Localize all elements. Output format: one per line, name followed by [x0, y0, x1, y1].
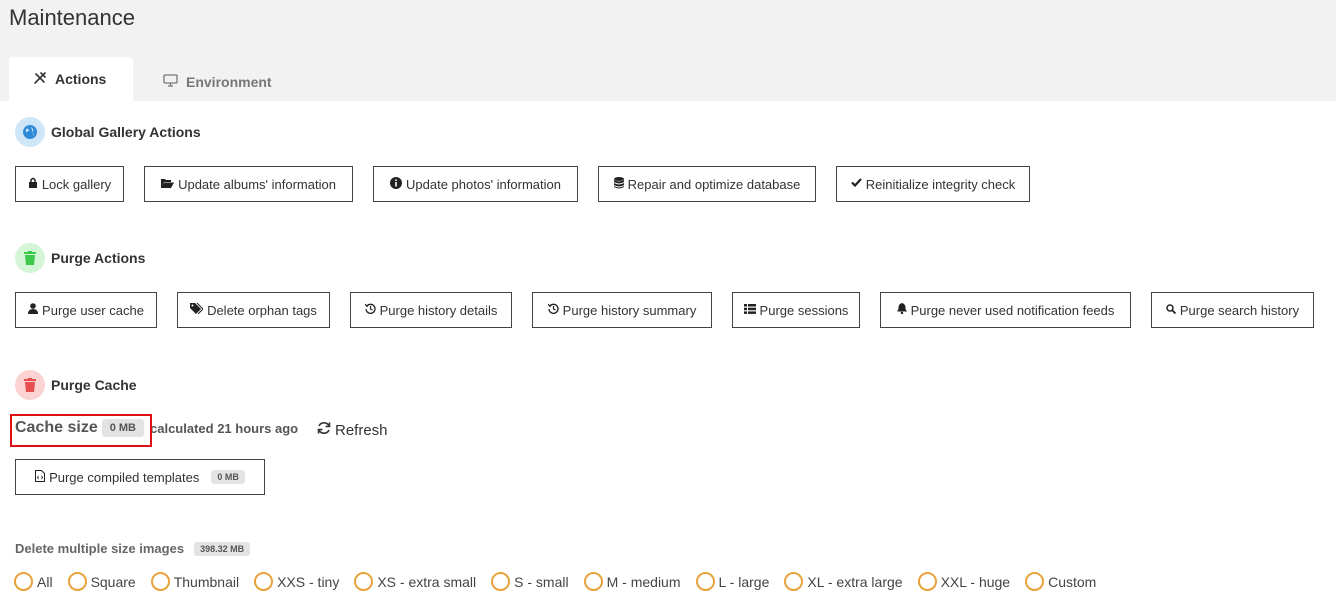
repair-database-button[interactable]: Repair and optimize database [598, 166, 816, 202]
cache-size-highlight [10, 414, 152, 447]
radio-custom[interactable]: Custom [1025, 572, 1096, 591]
purge-notification-feeds-button[interactable]: Purge never used notification feeds [880, 292, 1131, 328]
radio-label: L - large [718, 573, 770, 590]
radio-xs[interactable]: XS - extra small [354, 572, 476, 591]
global-actions-title: Global Gallery Actions [51, 124, 201, 140]
purge-cache-header: Purge Cache [15, 370, 137, 400]
trash-icon [15, 243, 45, 273]
radio-all[interactable]: All [14, 572, 53, 591]
delete-multiple-size-badge: 398.32 MB [194, 541, 251, 556]
page-title: Maintenance [9, 5, 135, 30]
radio-circle[interactable] [695, 572, 715, 591]
compiled-templates-size-badge: 0 MB [211, 470, 245, 484]
tools-icon [33, 71, 47, 88]
repair-database-label: Repair and optimize database [627, 176, 801, 192]
radio-label: XS - extra small [377, 573, 477, 590]
purge-cache-title: Purge Cache [51, 377, 137, 393]
purge-history-summary-label: Purge history summary [562, 302, 697, 318]
radio-square[interactable]: Square [67, 572, 136, 591]
search-icon [1166, 303, 1177, 317]
global-actions-header: Global Gallery Actions [15, 117, 201, 147]
check-icon [850, 178, 862, 190]
radio-label: XXS - tiny [277, 573, 340, 590]
lock-gallery-label: Lock gallery [41, 176, 112, 192]
radio-circle[interactable] [67, 572, 87, 591]
purge-user-cache-button[interactable]: Purge user cache [15, 292, 157, 328]
monitor-icon [163, 74, 178, 90]
purge-user-cache-label: Purge user cache [42, 302, 144, 318]
tab-actions-label: Actions [55, 71, 107, 87]
refresh-label: Refresh [335, 421, 388, 439]
database-icon [613, 176, 624, 192]
history-icon [364, 303, 376, 317]
tab-actions[interactable]: Actions [9, 57, 133, 101]
globe-icon [15, 117, 45, 147]
history-icon [547, 303, 559, 317]
delete-orphan-tags-label: Delete orphan tags [207, 302, 317, 318]
radio-label: XXL - huge [940, 573, 1011, 590]
radio-circle[interactable] [14, 572, 33, 591]
trash-icon [15, 370, 45, 400]
delete-multiple-size-label: Delete multiple size images 398.32 MB [15, 541, 251, 556]
tags-icon [190, 302, 204, 317]
radio-circle[interactable] [784, 572, 804, 591]
size-radio-group: All Square Thumbnail XXS - tiny XS - ext… [14, 572, 1111, 591]
radio-thumbnail[interactable]: Thumbnail [150, 572, 240, 591]
folder-open-icon [161, 178, 175, 191]
radio-label: Thumbnail [173, 573, 240, 590]
reinitialize-integrity-label: Reinitialize integrity check [865, 176, 1016, 192]
info-icon [390, 176, 403, 192]
update-albums-label: Update albums' information [178, 176, 336, 192]
reinitialize-integrity-button[interactable]: Reinitialize integrity check [836, 166, 1030, 202]
radio-m[interactable]: M - medium [583, 572, 681, 591]
list-icon [743, 303, 756, 317]
delete-orphan-tags-button[interactable]: Delete orphan tags [177, 292, 330, 328]
purge-compiled-templates-button[interactable]: Purge compiled templates 0 MB [15, 459, 265, 495]
purge-actions-header: Purge Actions [15, 243, 145, 273]
radio-circle[interactable] [917, 572, 937, 591]
radio-circle[interactable] [491, 572, 511, 591]
radio-l[interactable]: L - large [695, 572, 770, 591]
update-albums-button[interactable]: Update albums' information [144, 166, 353, 202]
tab-environment-label: Environment [186, 74, 272, 90]
refresh-icon [317, 421, 331, 439]
radio-xxs[interactable]: XXS - tiny [254, 572, 339, 591]
radio-label: All [37, 573, 53, 590]
delete-multiple-size-text: Delete multiple size images [15, 541, 185, 556]
tab-environment[interactable]: Environment [153, 57, 293, 101]
radio-xxl[interactable]: XXL - huge [917, 572, 1011, 591]
radio-label: Square [90, 573, 136, 590]
radio-label: M - medium [606, 573, 681, 590]
lock-gallery-button[interactable]: Lock gallery [15, 166, 124, 202]
radio-s[interactable]: S - small [491, 572, 569, 591]
purge-sessions-label: Purge sessions [759, 302, 849, 318]
purge-compiled-templates-label: Purge compiled templates [49, 469, 200, 485]
lock-icon [28, 177, 38, 191]
file-code-icon [35, 469, 46, 485]
radio-label: XL - extra large [807, 573, 903, 590]
radio-circle[interactable] [254, 572, 274, 591]
radio-circle[interactable] [583, 572, 603, 591]
radio-circle[interactable] [1025, 572, 1045, 591]
purge-search-history-label: Purge search history [1179, 302, 1300, 318]
radio-xl[interactable]: XL - extra large [784, 572, 903, 591]
radio-circle[interactable] [150, 572, 170, 591]
bell-icon [896, 303, 907, 317]
purge-history-details-label: Purge history details [379, 302, 498, 318]
purge-history-summary-button[interactable]: Purge history summary [532, 292, 712, 328]
purge-notification-feeds-label: Purge never used notification feeds [910, 302, 1115, 318]
purge-actions-title: Purge Actions [51, 250, 146, 266]
update-photos-button[interactable]: Update photos' information [373, 166, 578, 202]
purge-sessions-button[interactable]: Purge sessions [732, 292, 860, 328]
purge-history-details-button[interactable]: Purge history details [350, 292, 512, 328]
cache-calculated-text: calculated 21 hours ago [150, 420, 299, 436]
refresh-button[interactable]: Refresh [317, 421, 388, 439]
radio-label: S - small [514, 573, 569, 590]
user-icon [28, 303, 39, 317]
radio-circle[interactable] [354, 572, 374, 591]
update-photos-label: Update photos' information [406, 176, 561, 192]
radio-label: Custom [1048, 573, 1097, 590]
purge-search-history-button[interactable]: Purge search history [1151, 292, 1314, 328]
